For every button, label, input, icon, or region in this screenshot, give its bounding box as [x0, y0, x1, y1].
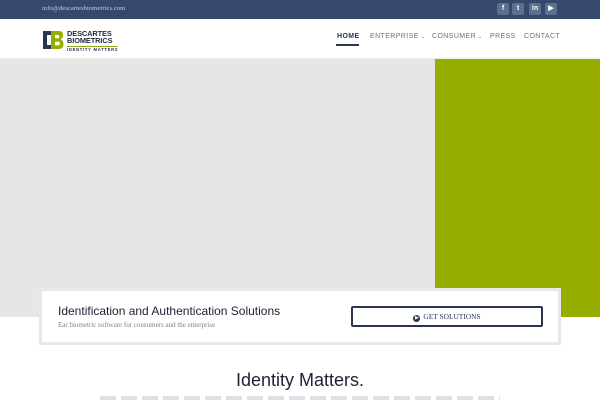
nav-active-underline — [336, 44, 359, 46]
nav-label-consumer: CONSUMER — [432, 33, 477, 40]
site-header: DESCARTES BIOMETRICS IDENTITY MATTERS HO… — [0, 19, 600, 59]
chevron-down-icon: ⌄ — [420, 34, 426, 40]
linkedin-icon[interactable]: in — [529, 3, 541, 15]
nav-item-enterprise[interactable]: ENTERPRISE ⌄ — [370, 33, 425, 40]
section-heading: Identity Matters. — [235, 370, 365, 390]
solutions-callout: Identification and Authentication Soluti… — [42, 291, 558, 342]
logo-text: DESCARTES BIOMETRICS IDENTITY MATTERS — [67, 30, 119, 52]
nav-item-home[interactable]: HOME — [337, 33, 360, 40]
nav-label-enterprise: ENTERPRISE — [370, 33, 419, 40]
hero-image-placeholder — [0, 59, 435, 317]
get-solutions-button[interactable]: ▶ GET SOLUTIONS — [351, 306, 543, 327]
logo[interactable]: DESCARTES BIOMETRICS IDENTITY MATTERS — [42, 29, 142, 51]
nav-item-press[interactable]: PRESS — [490, 33, 516, 40]
hero-accent-panel — [435, 59, 600, 317]
solutions-subtitle: Ear biometric software for consumers and… — [58, 321, 216, 329]
section-text-cutoff — [100, 396, 500, 400]
get-solutions-label: GET SOLUTIONS — [423, 312, 481, 321]
nav-label-home: HOME — [337, 33, 360, 40]
arrow-right-circle-icon: ▶ — [413, 315, 421, 322]
logo-mark-icon — [43, 31, 64, 49]
logo-name-line-2: BIOMETRICS — [67, 36, 113, 46]
nav-item-contact[interactable]: CONTACT — [524, 33, 560, 40]
chevron-down-icon: ⌄ — [478, 34, 483, 40]
top-bar: info@descartesbiometrics.com f t in ▶ — [0, 0, 600, 19]
facebook-icon[interactable]: f — [497, 3, 509, 15]
twitter-icon[interactable]: t — [512, 3, 524, 15]
nav-label-press: PRESS — [490, 33, 516, 40]
contact-email-link[interactable]: info@descartesbiometrics.com — [42, 5, 125, 12]
nav-label-contact: CONTACT — [524, 33, 561, 40]
youtube-icon[interactable]: ▶ — [545, 3, 557, 15]
solutions-title: Identification and Authentication Soluti… — [58, 304, 281, 318]
logo-tagline: IDENTITY MATTERS — [67, 45, 119, 52]
nav-item-consumer[interactable]: CONSUMER ⌄ — [432, 33, 483, 40]
